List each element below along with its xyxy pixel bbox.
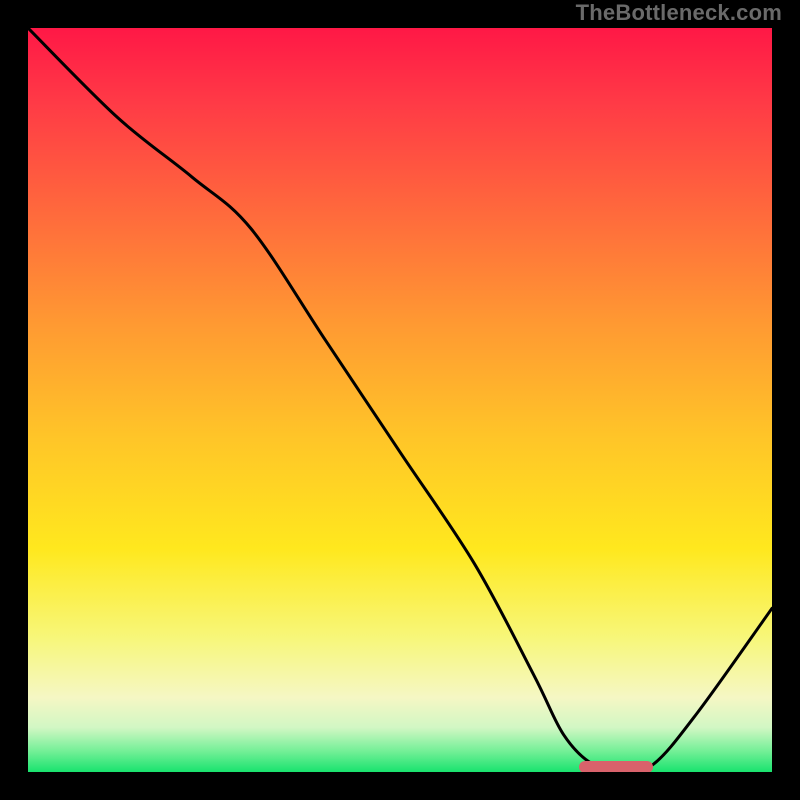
optimal-marker: [579, 761, 653, 772]
watermark-text: TheBottleneck.com: [576, 0, 782, 26]
chart-frame: TheBottleneck.com: [0, 0, 800, 800]
bottleneck-curve: [28, 28, 772, 772]
plot-area: [28, 28, 772, 772]
